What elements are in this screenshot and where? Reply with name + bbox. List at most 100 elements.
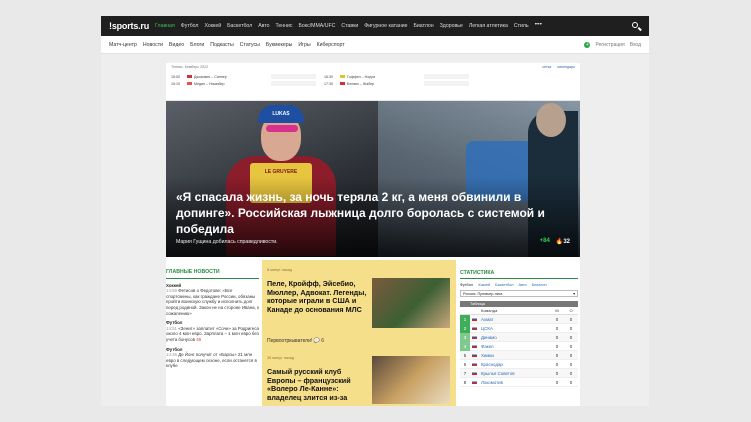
nav-item-bets[interactable]: Ставки	[341, 23, 358, 29]
medic-head	[536, 103, 566, 137]
main-news-column: ГЛАВНЫЕ НОВОСТИ Хоккей 14:59 Фетисов о Ф…	[166, 260, 259, 406]
points: 0	[569, 316, 573, 322]
table-row[interactable]: 6 Краснодар 0 0	[460, 360, 578, 369]
points: 0	[569, 325, 573, 331]
matches: 0	[555, 352, 559, 358]
nav-item-home[interactable]: Главная	[155, 23, 175, 29]
chevron-down-icon: ▾	[573, 292, 575, 296]
score-row[interactable]: 15:00 Джокович – Синнер 16:30 Гоффен – Нор…	[171, 73, 575, 80]
nav-item-athletics[interactable]: Легкая атлетика	[469, 23, 508, 29]
nav-item-tennis[interactable]: Теннис	[276, 23, 293, 29]
league-select[interactable]: Россия. Премьер-лига ▾	[460, 290, 578, 297]
position: 3	[460, 332, 470, 342]
team-name[interactable]: ЦСКА	[481, 326, 550, 331]
news-item[interactable]: Хоккей 14:59 Фетисов о Федотове: «Все сп…	[166, 283, 259, 317]
table-row[interactable]: 5 Химки 0 0	[460, 351, 578, 360]
statistics-tabs: Футбол Хоккей Баскетбол Авто Биатлон	[460, 283, 578, 287]
nav-item-basketball[interactable]: Баскетбол	[227, 23, 252, 29]
nav-more-icon[interactable]: •••	[535, 23, 542, 29]
points: 0	[569, 370, 573, 376]
subnav-esports[interactable]: Киберспорт	[317, 42, 345, 48]
table-row[interactable]: 1 Ахмат 0 0	[460, 314, 578, 324]
points: 0	[569, 361, 573, 367]
table-row[interactable]: 2 ЦСКА 0 0	[460, 323, 578, 333]
tab-auto[interactable]: Авто	[519, 283, 527, 287]
register-link[interactable]: Регистрация	[595, 42, 624, 48]
nav-item-style[interactable]: Стиль	[514, 23, 529, 29]
hero-story[interactable]: LE GRUYERE LUKAS «Я спасала жизнь, за но…	[166, 101, 580, 257]
scores-link-bracket[interactable]: сетка	[542, 65, 551, 70]
news-item[interactable]: Футбол 14:36 Де Йонг получит от «Барсы» …	[166, 347, 259, 369]
nav-item-boxing[interactable]: Бокс/MMA/UFC	[299, 23, 336, 29]
matches: 0	[555, 361, 559, 367]
comment-icon: 💬	[313, 338, 320, 344]
news-item[interactable]: Футбол 14:51 «Зенит» заплатит «Сочи» за …	[166, 320, 259, 342]
statistics-title[interactable]: СТАТИСТИКА	[460, 270, 578, 279]
helmet-text: LUKAS	[272, 111, 290, 117]
team-name[interactable]: Краснодар	[481, 362, 550, 367]
team-name[interactable]: Локомотив	[481, 380, 550, 385]
tab-biathlon[interactable]: Биатлон	[532, 283, 547, 287]
match-teams: Медин – Нишибер	[194, 81, 225, 86]
register-plus-icon[interactable]: +	[584, 41, 591, 48]
subnav-statuses[interactable]: Статусы	[240, 42, 260, 48]
matches: 0	[555, 334, 559, 340]
search-icon[interactable]	[631, 21, 642, 31]
position: 7	[463, 370, 467, 376]
hero-headline[interactable]: «Я спасала жизнь, за ночь теряла 2 кг, а…	[176, 189, 556, 237]
featured-comments[interactable]: Первоотркыватели! 💬 6	[267, 338, 324, 344]
subnav-news[interactable]: Новости	[143, 42, 163, 48]
subnav-video[interactable]: Видео	[169, 42, 184, 48]
nav-item-auto[interactable]: Авто	[258, 23, 269, 29]
score-row[interactable]: 15:10 Медин – Нишибер 17:30 Белянк – Жабер	[171, 80, 575, 87]
main-news-title[interactable]: ГЛАВНЫЕ НОВОСТИ	[166, 269, 259, 279]
tab-basketball[interactable]: Баскетбол	[495, 283, 513, 287]
russia-flag-icon	[472, 380, 477, 384]
table-row[interactable]: 3 Динамо 0 0	[460, 332, 578, 342]
subnav-games[interactable]: Игры	[298, 42, 310, 48]
hero-subtitle: Мария Гущина добилась справедливости.	[176, 239, 278, 245]
score-box	[424, 81, 469, 86]
team-name[interactable]: Ахмат	[481, 317, 550, 322]
news-time: 14:51	[166, 325, 177, 331]
scores-header: Теннис. Кемберс 2022	[171, 65, 209, 69]
nav-item-health[interactable]: Здоровье	[440, 23, 463, 29]
flag-icon	[340, 81, 345, 86]
nav-item-football[interactable]: Футбол	[181, 23, 199, 29]
subnav-podcasts[interactable]: Подкасты	[210, 42, 234, 48]
flag-icon	[187, 74, 192, 79]
news-text: «Зенит» заплатит «Сочи» за Родригеса око…	[166, 325, 259, 342]
table-row[interactable]: 8 Локомотив 0 0	[460, 378, 578, 387]
auth-area: + Регистрация Вход	[584, 41, 641, 48]
featured-card[interactable]: 35 минут назад Самый русский клуб Европы…	[267, 356, 451, 406]
featured-card[interactable]: 8 минут назад Пеле, Кройфф, Эйсебио, Мюл…	[267, 268, 451, 348]
team-name[interactable]: Крылья Советов	[481, 371, 550, 376]
flag-icon	[340, 74, 345, 79]
news-text: Фетисов о Федотове: «Все спортсмены, как…	[166, 288, 259, 316]
position: 8	[463, 379, 467, 385]
team-name[interactable]: Факел	[481, 344, 550, 349]
hero-stats: +84 🔥32	[540, 238, 570, 245]
nav-item-hockey[interactable]: Хоккей	[204, 23, 221, 29]
hero-rating: +84	[539, 238, 550, 244]
featured-title[interactable]: Самый русский клуб Европы – французский …	[267, 367, 367, 402]
tab-hockey[interactable]: Хоккей	[478, 283, 490, 287]
sports-ru-logo[interactable]: !sports.ru	[109, 21, 149, 31]
table-row[interactable]: 4 Факел 0 0	[460, 341, 578, 351]
match-teams: Джокович – Синнер	[194, 74, 227, 79]
scores-link-calendar[interactable]: календарь	[557, 65, 575, 70]
bottom-section: ГЛАВНЫЕ НОВОСТИ Хоккей 14:59 Фетисов о Ф…	[166, 260, 580, 406]
tab-football[interactable]: Футбол	[460, 283, 473, 287]
team-name[interactable]: Динамо	[481, 335, 550, 340]
team-name[interactable]: Химки	[481, 353, 550, 358]
nav-item-biathlon[interactable]: Биатлон	[414, 23, 434, 29]
table-row[interactable]: 7 Крылья Советов 0 0	[460, 369, 578, 378]
subnav-match-center[interactable]: Матч-центр	[109, 42, 137, 48]
nav-item-figure-skating[interactable]: Фигурное катание	[364, 23, 407, 29]
match-time: 15:00	[171, 74, 180, 79]
subnav-blogs[interactable]: Блоги	[190, 42, 204, 48]
subnav-bookmakers[interactable]: Букмекеры	[266, 42, 292, 48]
featured-title[interactable]: Пеле, Кройфф, Эйсебио, Мюллер, Адвокат. …	[267, 279, 367, 314]
login-link[interactable]: Вход	[630, 42, 641, 48]
content-column: Теннис. Кемберс 2022 сетка календарь 15:…	[166, 63, 580, 406]
